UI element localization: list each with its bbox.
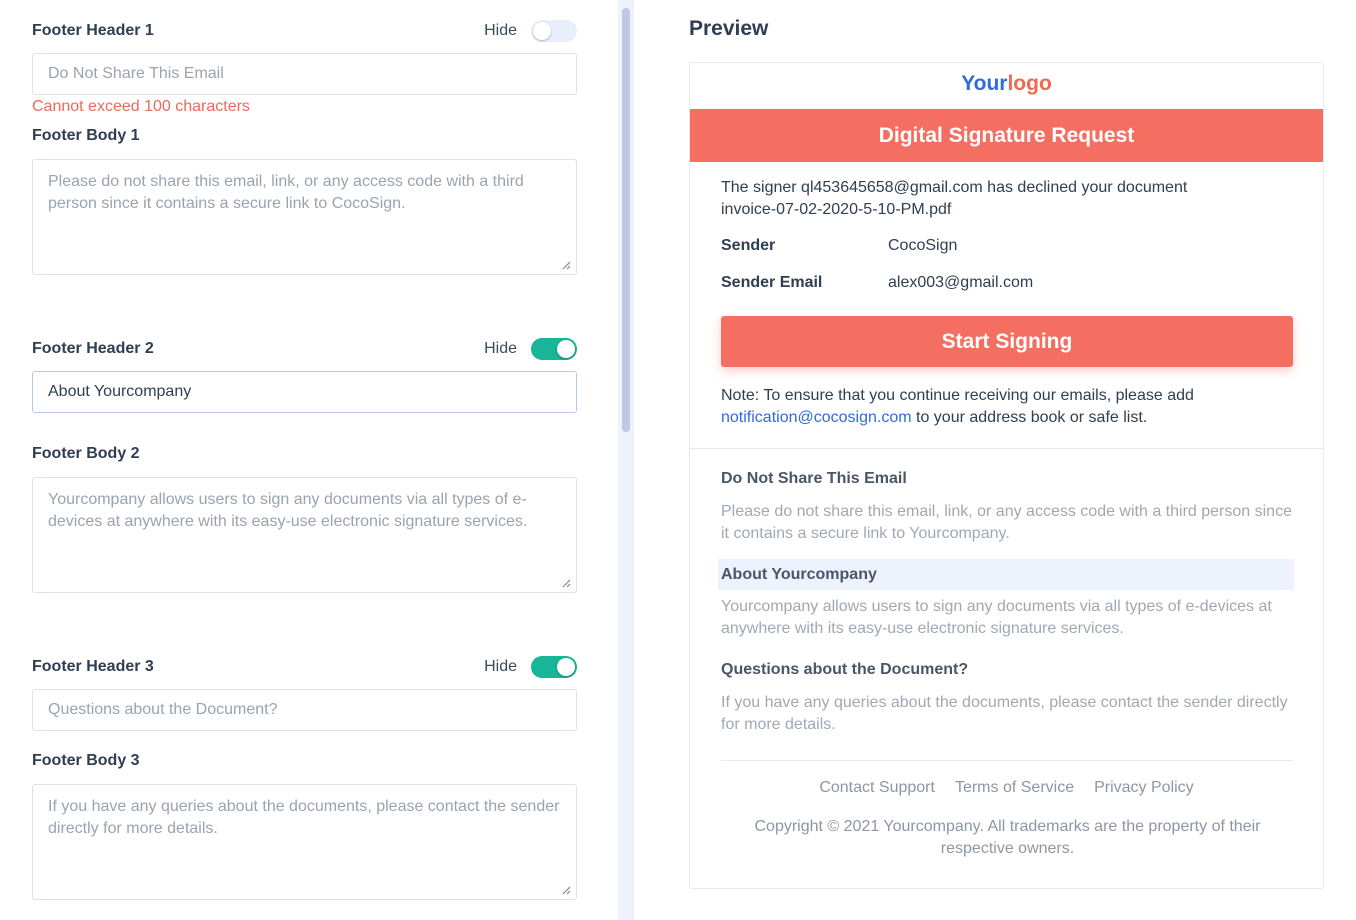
- privacy-policy-link[interactable]: Privacy Policy: [1094, 779, 1194, 797]
- hide-label: Hide: [484, 22, 517, 39]
- message-line-1: The signer ql453645658@gmail.com has dec…: [721, 179, 1188, 196]
- footer-divider: [721, 760, 1293, 761]
- footer-body-3-row: Footer Body 3: [32, 752, 577, 770]
- note-suffix: to your address book or safe list.: [911, 409, 1148, 426]
- note-prefix: Note: To ensure that you continue receiv…: [721, 387, 1194, 404]
- footer-header-1-input[interactable]: Do Not Share This Email: [32, 53, 577, 95]
- logo-part-your: Your: [961, 72, 1008, 95]
- footer-header-1-row: Footer Header 1 Hide: [32, 20, 577, 42]
- email-note: Note: To ensure that you continue receiv…: [721, 385, 1293, 429]
- footer-editor-panel: Footer Header 1 Hide Do Not Share This E…: [0, 0, 618, 920]
- resize-grip-icon[interactable]: [562, 579, 571, 588]
- sender-label: Sender: [721, 237, 776, 254]
- footer-header-2-hide: Hide: [484, 338, 577, 360]
- copyright-text: Copyright © 2021 Yourcompany. All tradem…: [754, 818, 1261, 857]
- footer-header-2-input[interactable]: About Yourcompany: [32, 371, 577, 413]
- email-message: The signer ql453645658@gmail.com has dec…: [721, 177, 1281, 221]
- footer-header-3-input[interactable]: Questions about the Document?: [32, 689, 577, 731]
- footer-body-1-placeholder: Please do not share this email, link, or…: [48, 173, 524, 212]
- footer-body-1-label: Footer Body 1: [32, 127, 140, 144]
- message-line-2: invoice-07-02-2020-5-10-PM.pdf: [721, 201, 952, 218]
- footer-header-1-label: Footer Header 1: [32, 22, 154, 39]
- footer-section-3-body: If you have any queries about the docume…: [721, 694, 1288, 733]
- hide-label: Hide: [484, 658, 517, 675]
- footer-body-3-label: Footer Body 3: [32, 752, 140, 769]
- footer-section-2-header: About Yourcompany: [718, 559, 1294, 590]
- contact-support-link[interactable]: Contact Support: [819, 779, 935, 797]
- footer-header-2-toggle[interactable]: [531, 338, 577, 360]
- footer-header-3-toggle[interactable]: [531, 656, 577, 678]
- preview-panel: Preview Yourlogo Digital Signature Reque…: [634, 0, 1356, 920]
- footer-links: Contact Support Terms of Service Privacy…: [690, 779, 1323, 797]
- editor-scrollbar-thumb[interactable]: [622, 8, 630, 432]
- resize-grip-icon[interactable]: [562, 886, 571, 895]
- footer-header-3-hide: Hide: [484, 656, 577, 678]
- footer-header-3-label: Footer Header 3: [32, 658, 154, 675]
- notification-email-link[interactable]: notification@cocosign.com: [721, 409, 912, 426]
- toggle-knob: [557, 340, 575, 358]
- footer-header-2-label: Footer Header 2: [32, 340, 154, 357]
- footer-section-1-body: Please do not share this email, link, or…: [721, 503, 1292, 542]
- footer-body-3-textarea[interactable]: If you have any queries about the docume…: [32, 784, 577, 900]
- footer-section-1-header: Do Not Share This Email: [721, 470, 907, 487]
- footer-body-2-label: Footer Body 2: [32, 445, 140, 462]
- footer-header-3-row: Footer Header 3 Hide: [32, 656, 577, 678]
- toggle-knob: [557, 658, 575, 676]
- footer-body-2-row: Footer Body 2: [32, 445, 577, 463]
- resize-grip-icon[interactable]: [562, 261, 571, 270]
- company-logo: Yourlogo: [690, 72, 1323, 96]
- start-signing-button[interactable]: Start Signing: [721, 316, 1293, 367]
- email-preview-card: Yourlogo Digital Signature Request The s…: [689, 62, 1324, 889]
- footer-body-3-placeholder: If you have any queries about the docume…: [48, 798, 560, 837]
- sender-email-value: alex003@gmail.com: [888, 274, 1034, 291]
- footer-header-1-toggle[interactable]: [531, 20, 577, 42]
- footer-body-2-placeholder: Yourcompany allows users to sign any doc…: [48, 491, 528, 530]
- terms-of-service-link[interactable]: Terms of Service: [955, 779, 1074, 797]
- sender-value: CocoSign: [888, 237, 958, 254]
- toggle-knob: [533, 22, 551, 40]
- footer-section-2-body: Yourcompany allows users to sign any doc…: [721, 598, 1272, 637]
- email-banner: Digital Signature Request: [690, 109, 1323, 162]
- footer-header-1-hide: Hide: [484, 20, 577, 42]
- hide-label: Hide: [484, 340, 517, 357]
- logo-part-logo: logo: [1007, 72, 1052, 95]
- footer-header-1-error: Cannot exceed 100 characters: [32, 98, 250, 115]
- preview-title: Preview: [689, 17, 769, 40]
- footer-body-2-textarea[interactable]: Yourcompany allows users to sign any doc…: [32, 477, 577, 593]
- footer-section-3-header: Questions about the Document?: [721, 661, 969, 678]
- footer-header-2-row: Footer Header 2 Hide: [32, 338, 577, 360]
- footer-body-1-row: Footer Body 1: [32, 127, 577, 145]
- sender-email-label: Sender Email: [721, 274, 823, 291]
- section-divider: [690, 448, 1323, 449]
- footer-body-1-textarea[interactable]: Please do not share this email, link, or…: [32, 159, 577, 275]
